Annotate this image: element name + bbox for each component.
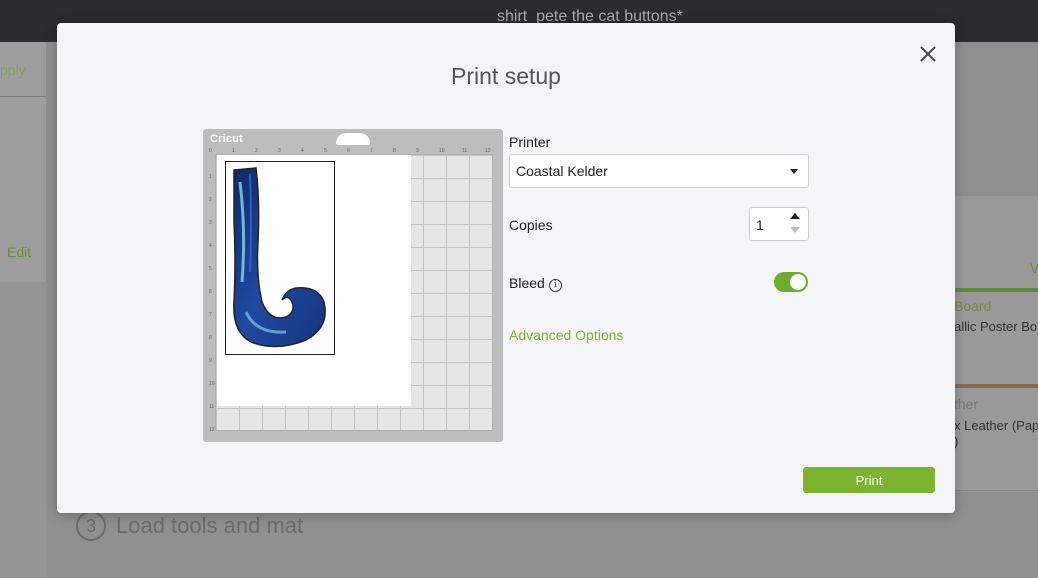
ruler-tick-label: 9 [209, 358, 212, 364]
info-icon[interactable]: i [548, 279, 562, 292]
dialog-title: Print setup [451, 63, 561, 89]
triangle-down-icon[interactable] [790, 227, 800, 233]
printer-label: Printer [509, 134, 551, 150]
ruler-tick-label: 6 [209, 289, 212, 295]
material-header-fragment: V [1030, 260, 1038, 276]
mat-brand-logo: Cricut [210, 133, 243, 145]
copies-value: 1 [756, 217, 764, 233]
triangle-up-icon[interactable] [790, 213, 800, 219]
apply-link[interactable]: pply [0, 62, 26, 78]
material-name[interactable]: x Leather (Pap [954, 418, 1038, 433]
print-setup-dialog: Print setup Cricut 0 1 2 3 4 5 6 7 8 9 10 11 12 1234… [57, 23, 955, 513]
step-label: Load tools and mat [116, 513, 304, 538]
print-button[interactable]: Print [803, 467, 935, 493]
divider [0, 96, 46, 97]
ruler-tick-label: 11 [209, 404, 215, 410]
copies-stepper[interactable]: 1 [749, 207, 809, 241]
bleed-toggle[interactable] [774, 272, 808, 292]
edit-link[interactable]: Edit [7, 244, 31, 260]
mat-notch [336, 133, 370, 145]
left-panel: pply Edit [0, 42, 46, 578]
copies-label: Copies [509, 217, 553, 233]
ruler-tick-label: 7 [209, 312, 212, 318]
ruler-tick-label: 10 [209, 381, 215, 387]
bleed-label: Bleed i [509, 275, 562, 292]
printer-value: Coastal Kelder [516, 163, 608, 179]
ruler-tick-label: 4 [209, 243, 212, 249]
material-name[interactable]: allic Poster Bo [954, 319, 1037, 334]
toggle-knob [790, 274, 806, 290]
mat-preview: Cricut 0 1 2 3 4 5 6 7 8 9 10 11 12 1 2 3 4 5 6 7 8 9 10 11 12 [203, 129, 503, 442]
bleed-label-text: Bleed [509, 275, 545, 291]
printer-select[interactable]: Coastal Kelder [509, 154, 809, 188]
step-number: 3 [76, 511, 106, 541]
ruler-tick-label: 3 [209, 220, 212, 226]
ruler-tick-label: 2 [209, 197, 212, 203]
ruler-tick-label: 1 [209, 174, 212, 180]
artwork-image [233, 167, 326, 348]
step-load-tools: 3 Load tools and mat [76, 511, 303, 541]
material-category: ther [954, 396, 979, 412]
ruler-tick-label: 8 [209, 335, 212, 341]
advanced-options-link[interactable]: Advanced Options [509, 327, 623, 343]
material-category: Board [954, 298, 992, 314]
ruler-tick-label: 12 [209, 427, 215, 433]
artwork-bounding-box[interactable] [225, 161, 335, 355]
ruler-tick-label: 5 [209, 266, 212, 272]
close-icon[interactable] [917, 43, 939, 65]
chevron-down-icon [790, 169, 798, 174]
